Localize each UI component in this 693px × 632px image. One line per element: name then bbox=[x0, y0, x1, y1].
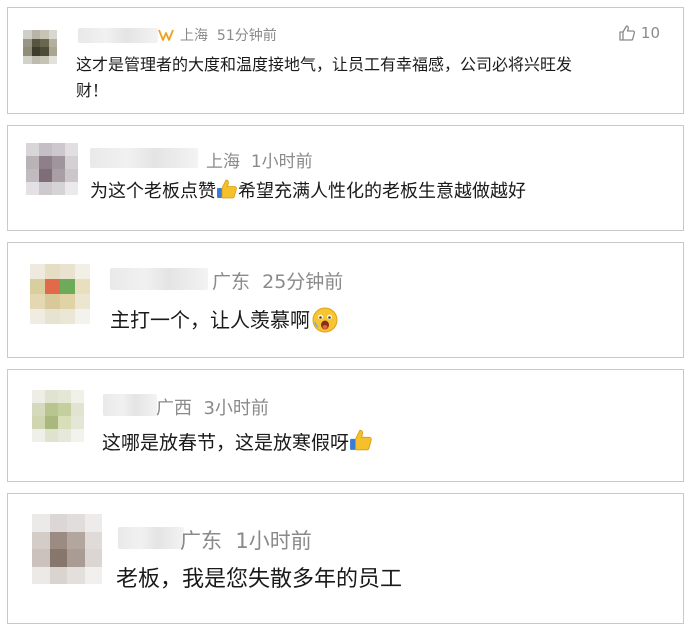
comment-text: 主打一个，让人羡慕啊 bbox=[110, 305, 338, 335]
avatar[interactable] bbox=[30, 264, 90, 324]
comment-meta: 广东 1小时前 bbox=[180, 525, 312, 555]
comment-text: 为这个老板点赞 希望充满人性化的老板生意越做越好 bbox=[90, 178, 526, 205]
location: 上海 bbox=[206, 152, 240, 172]
comment-meta: 广西 3小时前 bbox=[156, 394, 269, 420]
avatar[interactable] bbox=[26, 143, 78, 195]
like-count: 10 bbox=[640, 24, 660, 42]
comment-text: 这才是管理者的大度和温度接地气，让员工有幸福感，公司必将兴旺发 财！ bbox=[76, 55, 573, 100]
location: 广西 bbox=[156, 398, 192, 419]
username[interactable] bbox=[78, 28, 158, 43]
avatar[interactable] bbox=[23, 30, 57, 64]
timestamp: 51分钟前 bbox=[216, 28, 277, 44]
timestamp: 3小时前 bbox=[203, 398, 269, 419]
comment-meta: 上海 1小时前 bbox=[206, 147, 313, 172]
comment-card: 上海 1小时前 为这个老板点赞 希望充满人性化的老板生意越做越好 bbox=[7, 125, 684, 231]
comment-card: 广东 25分钟前 主打一个，让人羡慕啊 bbox=[7, 242, 684, 358]
envious-face-emoji bbox=[312, 307, 338, 333]
thumbs-up-outline-icon bbox=[619, 25, 635, 41]
comment-meta: 上海 51分钟前 bbox=[158, 25, 277, 45]
thumbs-up-emoji bbox=[350, 429, 372, 451]
comment-text: 这哪是放春节，这是放寒假呀 bbox=[102, 428, 373, 457]
comment-card: 广东 1小时前 老板，我是您失散多年的员工 bbox=[7, 493, 684, 624]
like-button[interactable]: 10 bbox=[618, 24, 660, 42]
username[interactable] bbox=[118, 527, 184, 549]
vip-badge-icon bbox=[158, 29, 174, 41]
comment-meta: 广东 25分钟前 bbox=[212, 267, 343, 294]
location: 广东 bbox=[212, 271, 251, 293]
timestamp: 25分钟前 bbox=[262, 271, 344, 293]
location: 上海 bbox=[180, 28, 208, 44]
comment-text: 老板，我是您失散多年的员工 bbox=[116, 567, 403, 592]
thumbs-up-emoji bbox=[217, 179, 237, 199]
timestamp: 1小时前 bbox=[235, 529, 312, 553]
avatar[interactable] bbox=[32, 514, 102, 584]
location: 广东 bbox=[180, 529, 222, 553]
comment-card: 广西 3小时前 这哪是放春节，这是放寒假呀 bbox=[7, 369, 684, 482]
username[interactable] bbox=[110, 268, 208, 290]
avatar[interactable] bbox=[32, 390, 84, 442]
timestamp: 1小时前 bbox=[250, 152, 313, 172]
comment-card: 上海 51分钟前 10 这才是管理者的大度和温度接地气，让员工有幸福感，公司必将… bbox=[7, 7, 684, 114]
username[interactable] bbox=[90, 148, 198, 168]
username[interactable] bbox=[103, 394, 157, 416]
